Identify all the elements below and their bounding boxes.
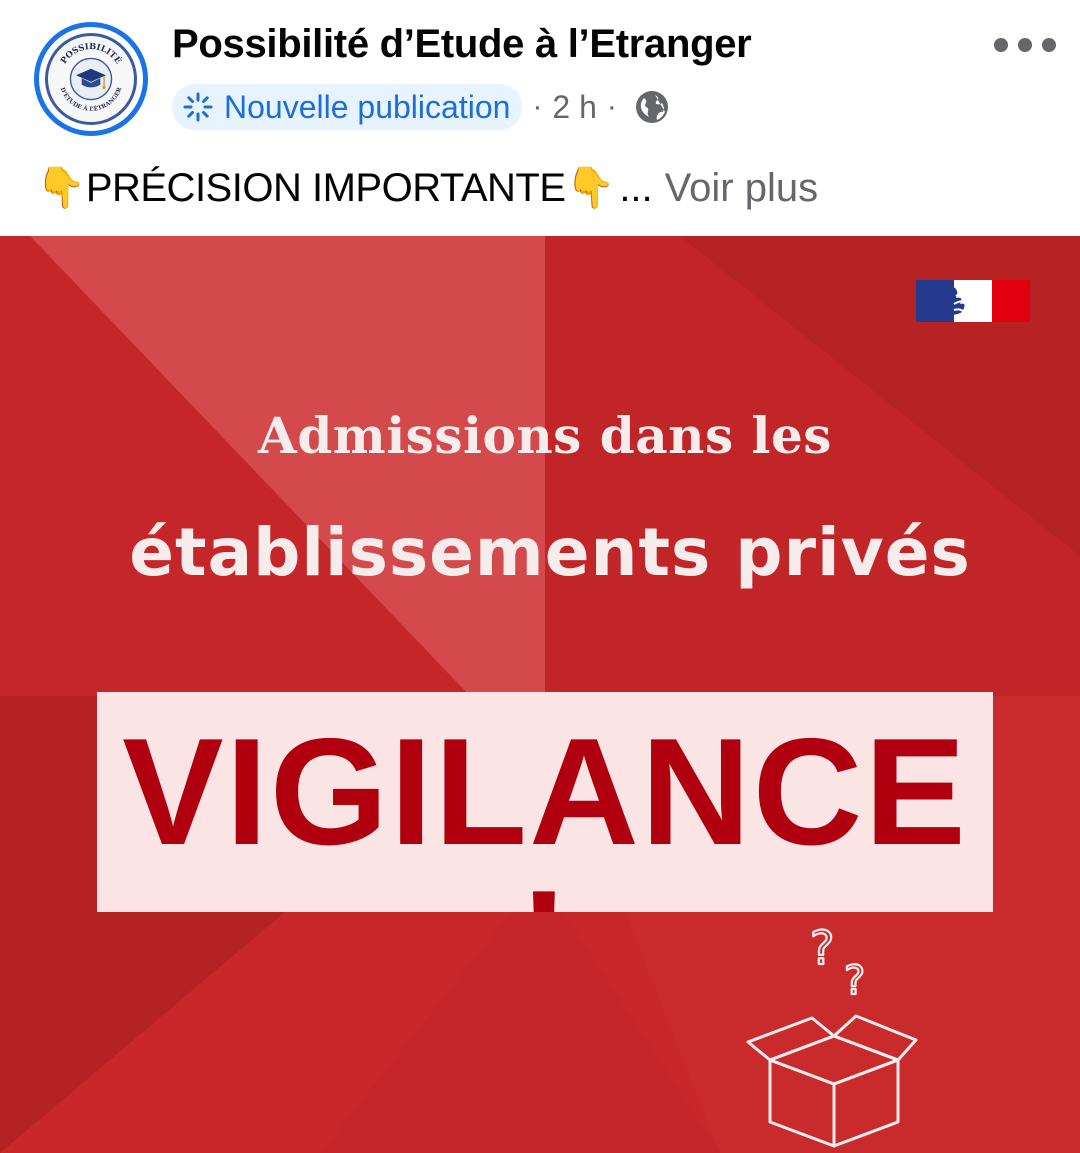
question-mark-icon: ? (810, 924, 834, 975)
meta-separator: · (532, 90, 543, 123)
vigilance-text: VIGILANCE ! (122, 707, 968, 912)
new-post-badge[interactable]: Nouvelle publication (172, 84, 523, 130)
page-name[interactable]: Possibilité d’Etude à l’Etranger (172, 22, 752, 67)
text-ellipsis: ... (619, 165, 653, 210)
post-image[interactable]: Admissions dans les établissements privé… (0, 236, 1080, 1153)
new-post-label: Nouvelle publication (224, 88, 511, 125)
post-meta: Nouvelle publication · 2 h · (172, 84, 669, 130)
post-text: 👇 PRÉCISION IMPORTANTE 👇 ... Voir plus (36, 158, 818, 218)
post-time[interactable]: 2 h (552, 89, 596, 126)
french-government-logo (916, 280, 1030, 322)
page-avatar[interactable]: POSSIBILITÉ D’ÉTUDE À L’ÉTRANGER (34, 22, 148, 136)
avatar-logo: POSSIBILITÉ D’ÉTUDE À L’ÉTRANGER (45, 33, 137, 125)
see-more-link[interactable]: Voir plus (665, 166, 818, 211)
poster-headline-line2: établissements privés (129, 514, 971, 591)
graduation-cap-logo-icon: POSSIBILITÉ D’ÉTUDE À L’ÉTRANGER (58, 41, 124, 113)
question-mark-icon: ? (844, 958, 865, 1004)
public-globe-icon[interactable] (635, 90, 669, 124)
pointing-down-emoji: 👇 (565, 166, 616, 210)
open-box-icon: ? ? (746, 924, 918, 1148)
more-options-icon[interactable] (994, 30, 1056, 60)
post-text-content: PRÉCISION IMPORTANTE (85, 165, 566, 210)
meta-separator: · (606, 90, 617, 123)
poster-headline-line1: Admissions dans les (258, 406, 832, 465)
new-post-sparkle-icon (183, 92, 213, 122)
vigilance-banner: VIGILANCE ! (97, 692, 993, 912)
pointing-down-emoji: 👇 (36, 166, 86, 210)
post-header: POSSIBILITÉ D’ÉTUDE À L’ÉTRANGER Possibi… (0, 0, 1080, 140)
